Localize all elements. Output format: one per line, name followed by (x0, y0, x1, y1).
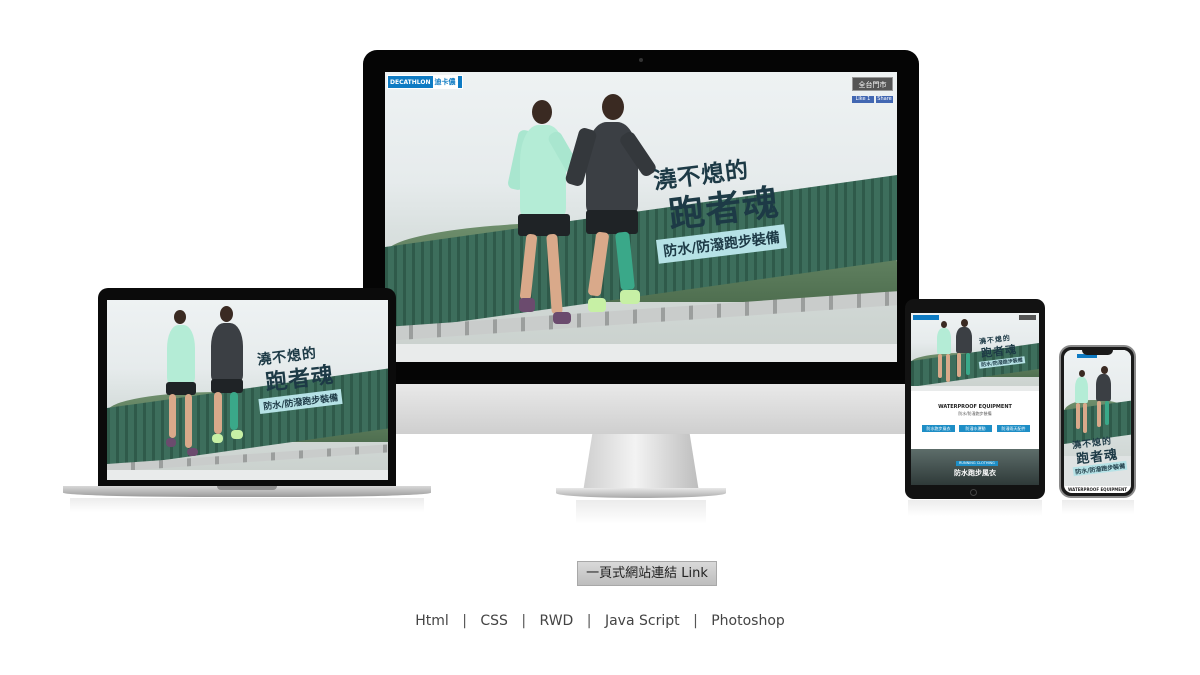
monitor-base (556, 488, 726, 498)
facebook-like-button[interactable]: Like 1 (852, 96, 874, 103)
tablet-banner-tag: RUNNING CLOTHING (956, 461, 998, 466)
tablet-reflection (908, 500, 1042, 516)
decathlon-logo[interactable]: DECATHLON 迪卡儂 (387, 75, 463, 89)
laptop-notch (217, 486, 277, 490)
phone-reflection (1062, 500, 1134, 514)
tablet-section-title: WATERPROOF EQUIPMENT (938, 404, 1012, 410)
monitor-chin (363, 384, 919, 434)
laptop-runner-man (203, 306, 251, 470)
tech-separator: | (693, 613, 698, 629)
site-link-button[interactable]: 一頁式網站連結 Link (577, 561, 717, 586)
tablet-stores-button[interactable] (1019, 315, 1036, 320)
tech-separator: | (521, 613, 527, 629)
facebook-share-button[interactable]: Share (876, 96, 893, 103)
tablet-logo[interactable] (913, 315, 939, 320)
tablet-btn-splash[interactable]: 防潑水運動 (959, 425, 992, 432)
runner-man (564, 94, 659, 344)
tablet-screen: 澆不熄的 跑者魂 防水/防潑跑步裝備 WATERPROOF EQUIPMENT … (911, 313, 1039, 485)
ground (385, 344, 897, 362)
tech-rwd: RWD (539, 613, 574, 629)
desktop-hero-screen: 澆不熄的 跑者魂 防水/防潑跑步裝備 (385, 72, 897, 362)
tech-separator: | (586, 613, 592, 629)
phone-notch (1082, 350, 1113, 355)
tablet-banner-title: 防水跑步風衣 (954, 469, 996, 477)
tech-javascript: Java Script (604, 613, 680, 629)
tablet-home-button[interactable] (970, 489, 977, 496)
monitor-reflection (576, 500, 706, 524)
laptop-runner-woman (163, 310, 203, 470)
phone-screen: 澆不熄的 跑者魂 防水/防潑跑步裝備 WATERPROOF EQUIPMENT (1064, 350, 1131, 493)
phone-section-title: WATERPROOF EQUIPMENT (1067, 487, 1128, 492)
portfolio-showcase: 澆不熄的 跑者魂 防水/防潑跑步裝備 DECATHLON 迪卡儂 全台門市 Li… (0, 0, 1200, 675)
tech-photoshop: Photoshop (711, 613, 785, 629)
logo-brand-text: DECATHLON (390, 78, 431, 86)
tablet-btn-accessories[interactable]: 防潑雨天配件 (997, 425, 1030, 432)
tech-html: Html (415, 613, 449, 629)
logo-cn-text: 迪卡儂 (432, 76, 458, 88)
tech-css: CSS (480, 613, 508, 629)
stores-button[interactable]: 全台門市 (852, 77, 893, 91)
tablet-btn-jacket[interactable]: 防水跑步風衣 (922, 425, 955, 432)
phone-hero: 澆不熄的 跑者魂 防水/防潑跑步裝備 (1064, 350, 1131, 486)
laptop-hero-screen: 澆不熄的 跑者魂 防水/防潑跑步裝備 (107, 300, 388, 480)
tech-separator: | (462, 613, 467, 629)
tablet-hero: 澆不熄的 跑者魂 防水/防潑跑步裝備 (911, 313, 1039, 391)
monitor-camera (639, 58, 643, 62)
monitor-stand (583, 434, 699, 492)
tablet-section-sub: 防水/防潑跑步裝備 (958, 411, 992, 416)
tablet-banner: RUNNING CLOTHING 防水跑步風衣 (911, 449, 1039, 485)
technology-list: Html | CSS | RWD | Java Script | Photosh… (0, 613, 1200, 629)
laptop-reflection (70, 498, 424, 512)
